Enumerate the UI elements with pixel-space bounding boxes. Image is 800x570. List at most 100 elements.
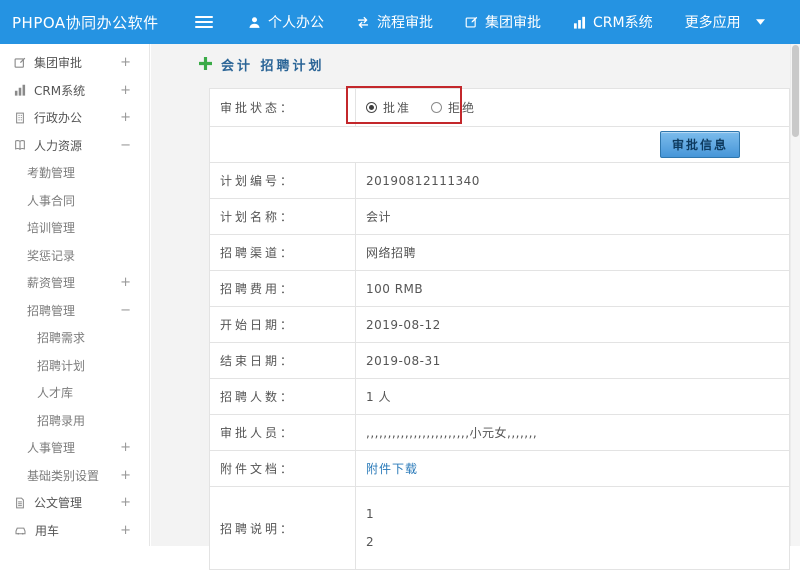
row-attachment: 附件文档： 附件下载 <box>210 451 789 487</box>
recruitment-plan-detail: 审批状态： 批准 拒绝 审批信息 计划编号： 20190812111340 <box>209 88 790 570</box>
expand-icon[interactable]: + <box>120 55 131 70</box>
sidebar-item-label: 人事管理 <box>27 439 75 456</box>
approval-button-row: 审批信息 <box>210 127 789 163</box>
chart-icon <box>573 16 586 29</box>
expand-icon[interactable]: + <box>120 83 131 98</box>
edit-icon <box>465 16 478 29</box>
sidebar-item-crm[interactable]: CRM系统 + <box>0 77 149 105</box>
sidebar-item-attendance[interactable]: 考勤管理 <box>0 159 149 187</box>
sidebar-item-talent-pool[interactable]: 人才库 <box>0 379 149 407</box>
field-label: 审批状态： <box>210 89 356 126</box>
expand-icon[interactable]: + <box>120 495 131 510</box>
nav-group-approval[interactable]: 集团审批 <box>465 12 541 32</box>
radio-approve[interactable]: 批准 <box>366 99 411 116</box>
sidebar-item-recruitment-needs[interactable]: 招聘需求 <box>0 324 149 352</box>
sidebar-item-personnel-mgmt[interactable]: 人事管理 + <box>0 434 149 462</box>
sidebar-item-label: 基础类别设置 <box>27 467 99 484</box>
field-label: 审批人员： <box>210 415 356 450</box>
radio-button-reject[interactable] <box>431 102 442 113</box>
person-icon <box>248 16 261 29</box>
nav-more-apps[interactable]: 更多应用 <box>685 12 765 32</box>
sidebar-item-label: 奖惩记录 <box>27 247 75 264</box>
collapse-icon[interactable]: − <box>120 138 131 153</box>
approval-info-button[interactable]: 审批信息 <box>660 131 740 158</box>
sidebar-item-group-approval[interactable]: 集团审批 + <box>0 49 149 77</box>
field-value: 会计 <box>356 199 789 234</box>
expand-icon[interactable]: + <box>120 523 131 538</box>
nav-label: CRM系统 <box>593 12 653 32</box>
sidebar-item-recruitment-plan[interactable]: 招聘计划 <box>0 352 149 380</box>
sidebar-item-vehicle[interactable]: 用车 + <box>0 517 149 545</box>
process-icon <box>356 16 370 29</box>
field-label: 计划名称： <box>210 199 356 234</box>
sidebar-item-label: 用车 <box>35 522 59 539</box>
sidebar-item-label: 考勤管理 <box>27 164 75 181</box>
field-value: 网络招聘 <box>356 235 789 270</box>
nav-process-approval[interactable]: 流程审批 <box>356 12 433 32</box>
approval-status-row: 审批状态： 批准 拒绝 <box>210 89 789 127</box>
nav-label: 更多应用 <box>685 12 741 32</box>
sidebar-item-label: 人事合同 <box>27 192 75 209</box>
sidebar-item-label: 人力资源 <box>34 137 82 154</box>
sidebar-item-documents[interactable]: 公文管理 + <box>0 489 149 517</box>
expand-icon[interactable]: + <box>120 440 131 455</box>
sidebar-item-label: 招聘录用 <box>37 412 85 429</box>
description-line: 1 <box>366 507 374 521</box>
row-channel: 招聘渠道： 网络招聘 <box>210 235 789 271</box>
sidebar: 集团审批 + CRM系统 + 行政办公 + 人力资源 − 考勤管理 人事合同 培… <box>0 44 150 546</box>
breadcrumb: 会计 招聘计划 <box>199 55 325 74</box>
field-label: 招聘人数： <box>210 379 356 414</box>
nav-label: 个人办公 <box>268 12 324 32</box>
field-value: 100 RMB <box>356 271 789 306</box>
field-value: ,,,,,,,,,,,,,,,,,,,,,,,,小元女,,,,,,, <box>356 415 789 450</box>
topbar: PHPOA协同办公软件 个人办公 流程审批 集团审批 CRM系统 <box>0 0 800 44</box>
field-label: 计划编号： <box>210 163 356 198</box>
sidebar-item-hr[interactable]: 人力资源 − <box>0 132 149 160</box>
sidebar-item-training[interactable]: 培训管理 <box>0 214 149 242</box>
chart-icon <box>14 84 26 96</box>
edit-icon <box>14 57 26 69</box>
button-cell: 审批信息 <box>210 127 789 162</box>
sidebar-item-personnel-contract[interactable]: 人事合同 <box>0 187 149 215</box>
scrollbar-thumb[interactable] <box>792 45 799 137</box>
expand-icon[interactable]: + <box>120 275 131 290</box>
field-label: 招聘费用： <box>210 271 356 306</box>
menu-icon[interactable] <box>190 11 218 33</box>
sidebar-item-recruitment-hiring[interactable]: 招聘录用 <box>0 407 149 435</box>
nav-crm-system[interactable]: CRM系统 <box>573 12 653 32</box>
sidebar-item-salary[interactable]: 薪资管理 + <box>0 269 149 297</box>
row-headcount: 招聘人数： 1 人 <box>210 379 789 415</box>
sidebar-item-rewards[interactable]: 奖惩记录 <box>0 242 149 270</box>
nav-label: 流程审批 <box>377 12 433 32</box>
row-description: 招聘说明： 1 2 <box>210 487 789 570</box>
field-value: 20190812111340 <box>356 163 789 198</box>
radio-reject[interactable]: 拒绝 <box>431 99 476 116</box>
nav-personal-office[interactable]: 个人办公 <box>248 12 324 32</box>
field-label: 招聘说明： <box>210 487 356 569</box>
radio-button-approve[interactable] <box>366 102 377 113</box>
field-label: 结束日期： <box>210 343 356 378</box>
row-plan-number: 计划编号： 20190812111340 <box>210 163 789 199</box>
row-fee: 招聘费用： 100 RMB <box>210 271 789 307</box>
attachment-download-link[interactable]: 附件下载 <box>366 460 418 477</box>
building-icon <box>14 112 26 124</box>
sidebar-item-label: 公文管理 <box>34 494 82 511</box>
field-value: 2019-08-12 <box>356 307 789 342</box>
row-approvers: 审批人员： ,,,,,,,,,,,,,,,,,,,,,,,,小元女,,,,,,, <box>210 415 789 451</box>
expand-icon[interactable]: + <box>120 468 131 483</box>
sidebar-item-label: 人才库 <box>37 384 73 401</box>
sidebar-item-recruitment[interactable]: 招聘管理 − <box>0 297 149 325</box>
doc-icon <box>14 497 26 509</box>
sidebar-item-label: 培训管理 <box>27 219 75 236</box>
scrollbar[interactable] <box>790 44 800 546</box>
sidebar-item-admin-office[interactable]: 行政办公 + <box>0 104 149 132</box>
field-label: 附件文档： <box>210 451 356 486</box>
expand-icon[interactable]: + <box>120 110 131 125</box>
sidebar-item-label: CRM系统 <box>34 82 85 99</box>
collapse-icon[interactable]: − <box>120 303 131 318</box>
row-plan-name: 计划名称： 会计 <box>210 199 789 235</box>
page-title: 会计 招聘计划 <box>221 55 325 74</box>
book-icon <box>14 139 26 151</box>
radio-label: 拒绝 <box>448 99 476 116</box>
sidebar-item-basic-categories[interactable]: 基础类别设置 + <box>0 462 149 490</box>
